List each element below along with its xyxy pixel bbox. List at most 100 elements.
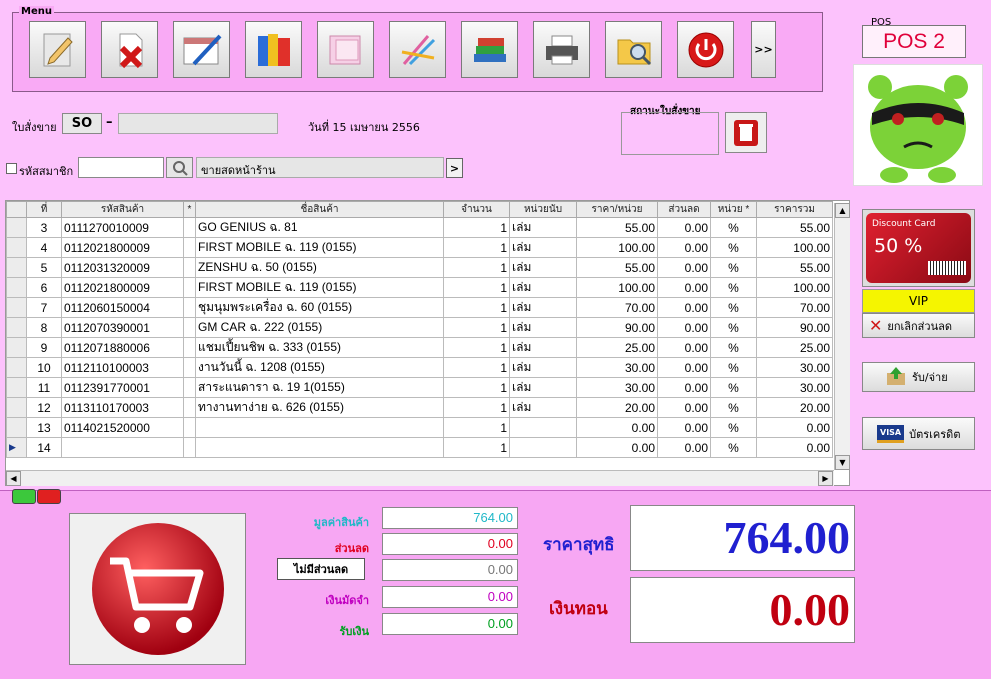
cell-discount[interactable]: 0.00 xyxy=(657,317,711,338)
order-number-field[interactable] xyxy=(118,113,278,134)
cell-total[interactable]: 25.00 xyxy=(756,337,833,358)
folder-search-button[interactable] xyxy=(605,21,662,78)
receive-pay-button[interactable]: รับ/จ่าย xyxy=(862,362,975,392)
cell-unit[interactable]: เล่ม xyxy=(509,337,577,358)
cell-no[interactable]: 14 xyxy=(26,437,62,458)
cell-flag[interactable] xyxy=(183,217,196,238)
cell-price[interactable]: 0.00 xyxy=(576,437,658,458)
cell-name[interactable]: งานวันนี้ ฉ. 1208 (0155) xyxy=(195,357,444,378)
col-name[interactable]: ชื่อสินค้า xyxy=(195,201,444,218)
cell-qty[interactable]: 1 xyxy=(443,317,510,338)
cell-price[interactable]: 30.00 xyxy=(576,377,658,398)
cell-qty[interactable]: 1 xyxy=(443,217,510,238)
cell-code[interactable]: 0112391770001 xyxy=(61,377,184,398)
col-price[interactable]: ราคา/หน่วย xyxy=(576,201,658,218)
cell-no[interactable]: 12 xyxy=(26,397,62,418)
cell-discount[interactable]: 0.00 xyxy=(657,377,711,398)
delete-button[interactable] xyxy=(101,21,158,78)
stack-books-button[interactable] xyxy=(461,21,518,78)
col-code[interactable]: รหัสสินค้า xyxy=(61,201,184,218)
table-row[interactable]: 7 0112060150004 ชุมนุมพระเครื่อง ฉ. 60 (01… xyxy=(6,297,833,318)
cell-no[interactable]: 3 xyxy=(26,217,62,238)
cell-total[interactable]: 55.00 xyxy=(756,217,833,238)
cell-no[interactable]: 8 xyxy=(26,317,62,338)
cell-unit[interactable]: เล่ม xyxy=(509,397,577,418)
cell-name[interactable]: GM CAR ฉ. 222 (0155) xyxy=(195,317,444,338)
row-indicator[interactable] xyxy=(6,417,27,438)
row-indicator[interactable] xyxy=(6,297,27,318)
exit-button[interactable] xyxy=(677,21,734,78)
cell-name[interactable]: แชมเปี้ยนชิพ ฉ. 333 (0155) xyxy=(195,337,444,358)
row-indicator[interactable] xyxy=(6,277,27,298)
cell-code[interactable]: 0112021800009 xyxy=(61,237,184,258)
cell-no[interactable]: 9 xyxy=(26,337,62,358)
cell-name[interactable]: ชุมนุมพระเครื่อง ฉ. 60 (0155) xyxy=(195,297,444,318)
table-row[interactable]: 9 0112071880006 แชมเปี้ยนชิพ ฉ. 333 (0155)… xyxy=(6,337,833,358)
cell-price[interactable]: 55.00 xyxy=(576,217,658,238)
cell-price[interactable]: 25.00 xyxy=(576,337,658,358)
row-indicator[interactable] xyxy=(6,217,27,238)
grid-horizontal-scrollbar[interactable]: ◀ ▶ xyxy=(6,470,834,486)
cell-total[interactable]: 100.00 xyxy=(756,277,833,298)
cell-code[interactable]: 0112060150004 xyxy=(61,297,184,318)
cell-discount[interactable]: 0.00 xyxy=(657,357,711,378)
table-row[interactable]: 3 0111270010009 GO GENIUS ฉ. 81 1 เล่ม 55.00 0… xyxy=(6,217,833,238)
row-indicator[interactable] xyxy=(6,337,27,358)
cell-price[interactable]: 55.00 xyxy=(576,257,658,278)
cell-disc-unit[interactable]: % xyxy=(710,337,757,358)
cell-price[interactable]: 0.00 xyxy=(576,417,658,438)
cell-total[interactable]: 20.00 xyxy=(756,397,833,418)
table-row[interactable]: 12 0113110170003 ทางานทาง่าย ฉ. 626 (0155)… xyxy=(6,397,833,418)
table-row[interactable]: 11 0112391770001 สาระแนดารา ฉ. 19 1(0155) 1… xyxy=(6,377,833,398)
cell-code[interactable]: 0112070390001 xyxy=(61,317,184,338)
cell-disc-unit[interactable]: % xyxy=(710,437,757,458)
cell-flag[interactable] xyxy=(183,257,196,278)
cell-disc-unit[interactable]: % xyxy=(710,277,757,298)
cell-flag[interactable] xyxy=(183,397,196,418)
cell-flag[interactable] xyxy=(183,237,196,258)
cell-disc-unit[interactable]: % xyxy=(710,237,757,258)
table-row[interactable]: 6 0112021800009 FIRST MOBILE ฉ. 119 (0155)… xyxy=(6,277,833,298)
credit-card-button[interactable]: VISA บัตรเครดิต xyxy=(862,417,975,450)
cell-price[interactable]: 90.00 xyxy=(576,317,658,338)
table-row[interactable]: 8 0112070390001 GM CAR ฉ. 222 (0155) 1 เล่ม 9… xyxy=(6,317,833,338)
cell-price[interactable]: 70.00 xyxy=(576,297,658,318)
cell-unit[interactable]: เล่ม xyxy=(509,217,577,238)
col-unit[interactable]: หน่วยนับ xyxy=(509,201,577,218)
cell-code[interactable]: 0112110100003 xyxy=(61,357,184,378)
cell-code[interactable]: 0112071880006 xyxy=(61,337,184,358)
table-row[interactable]: 4 0112021800009 FIRST MOBILE ฉ. 119 (0155)… xyxy=(6,237,833,258)
cell-no[interactable]: 13 xyxy=(26,417,62,438)
cancel-discount-button[interactable]: ✕ ยกเลิกส่วนลด xyxy=(862,313,975,338)
cell-unit[interactable]: เล่ม xyxy=(509,317,577,338)
discount-card-button[interactable]: Discount Card 50 % xyxy=(862,209,975,287)
member-checkbox[interactable] xyxy=(6,163,17,174)
cell-total[interactable]: 90.00 xyxy=(756,317,833,338)
cell-flag[interactable] xyxy=(183,277,196,298)
cell-disc-unit[interactable]: % xyxy=(710,257,757,278)
scroll-left-icon[interactable]: ◀ xyxy=(6,471,21,486)
cell-no[interactable]: 6 xyxy=(26,277,62,298)
cell-qty[interactable]: 1 xyxy=(443,297,510,318)
discount-field[interactable]: 0.00 xyxy=(382,533,518,555)
cell-total[interactable]: 0.00 xyxy=(756,417,833,438)
row-indicator[interactable] xyxy=(6,377,27,398)
cell-code[interactable]: 0113110170003 xyxy=(61,397,184,418)
cell-discount[interactable]: 0.00 xyxy=(657,257,711,278)
col-no[interactable]: ที่ xyxy=(26,201,62,218)
table-row[interactable]: 10 0112110100003 งานวันนี้ ฉ. 1208 (0155) 1… xyxy=(6,357,833,378)
member-code-input[interactable] xyxy=(78,157,164,178)
current-row-arrow-icon[interactable]: ▶ xyxy=(6,437,27,458)
received-field[interactable]: 0.00 xyxy=(382,613,518,635)
member-search-button[interactable] xyxy=(166,157,193,178)
print-button[interactable] xyxy=(533,21,590,78)
cell-total[interactable]: 55.00 xyxy=(756,257,833,278)
col-total[interactable]: ราคารวม xyxy=(756,201,833,218)
cell-total[interactable]: 30.00 xyxy=(756,377,833,398)
col-qty[interactable]: จำนวน xyxy=(443,201,510,218)
cell-code[interactable]: 0112021800009 xyxy=(61,277,184,298)
cell-flag[interactable] xyxy=(183,297,196,318)
cell-code[interactable] xyxy=(61,437,184,458)
cell-disc-unit[interactable]: % xyxy=(710,377,757,398)
cell-discount[interactable]: 0.00 xyxy=(657,397,711,418)
